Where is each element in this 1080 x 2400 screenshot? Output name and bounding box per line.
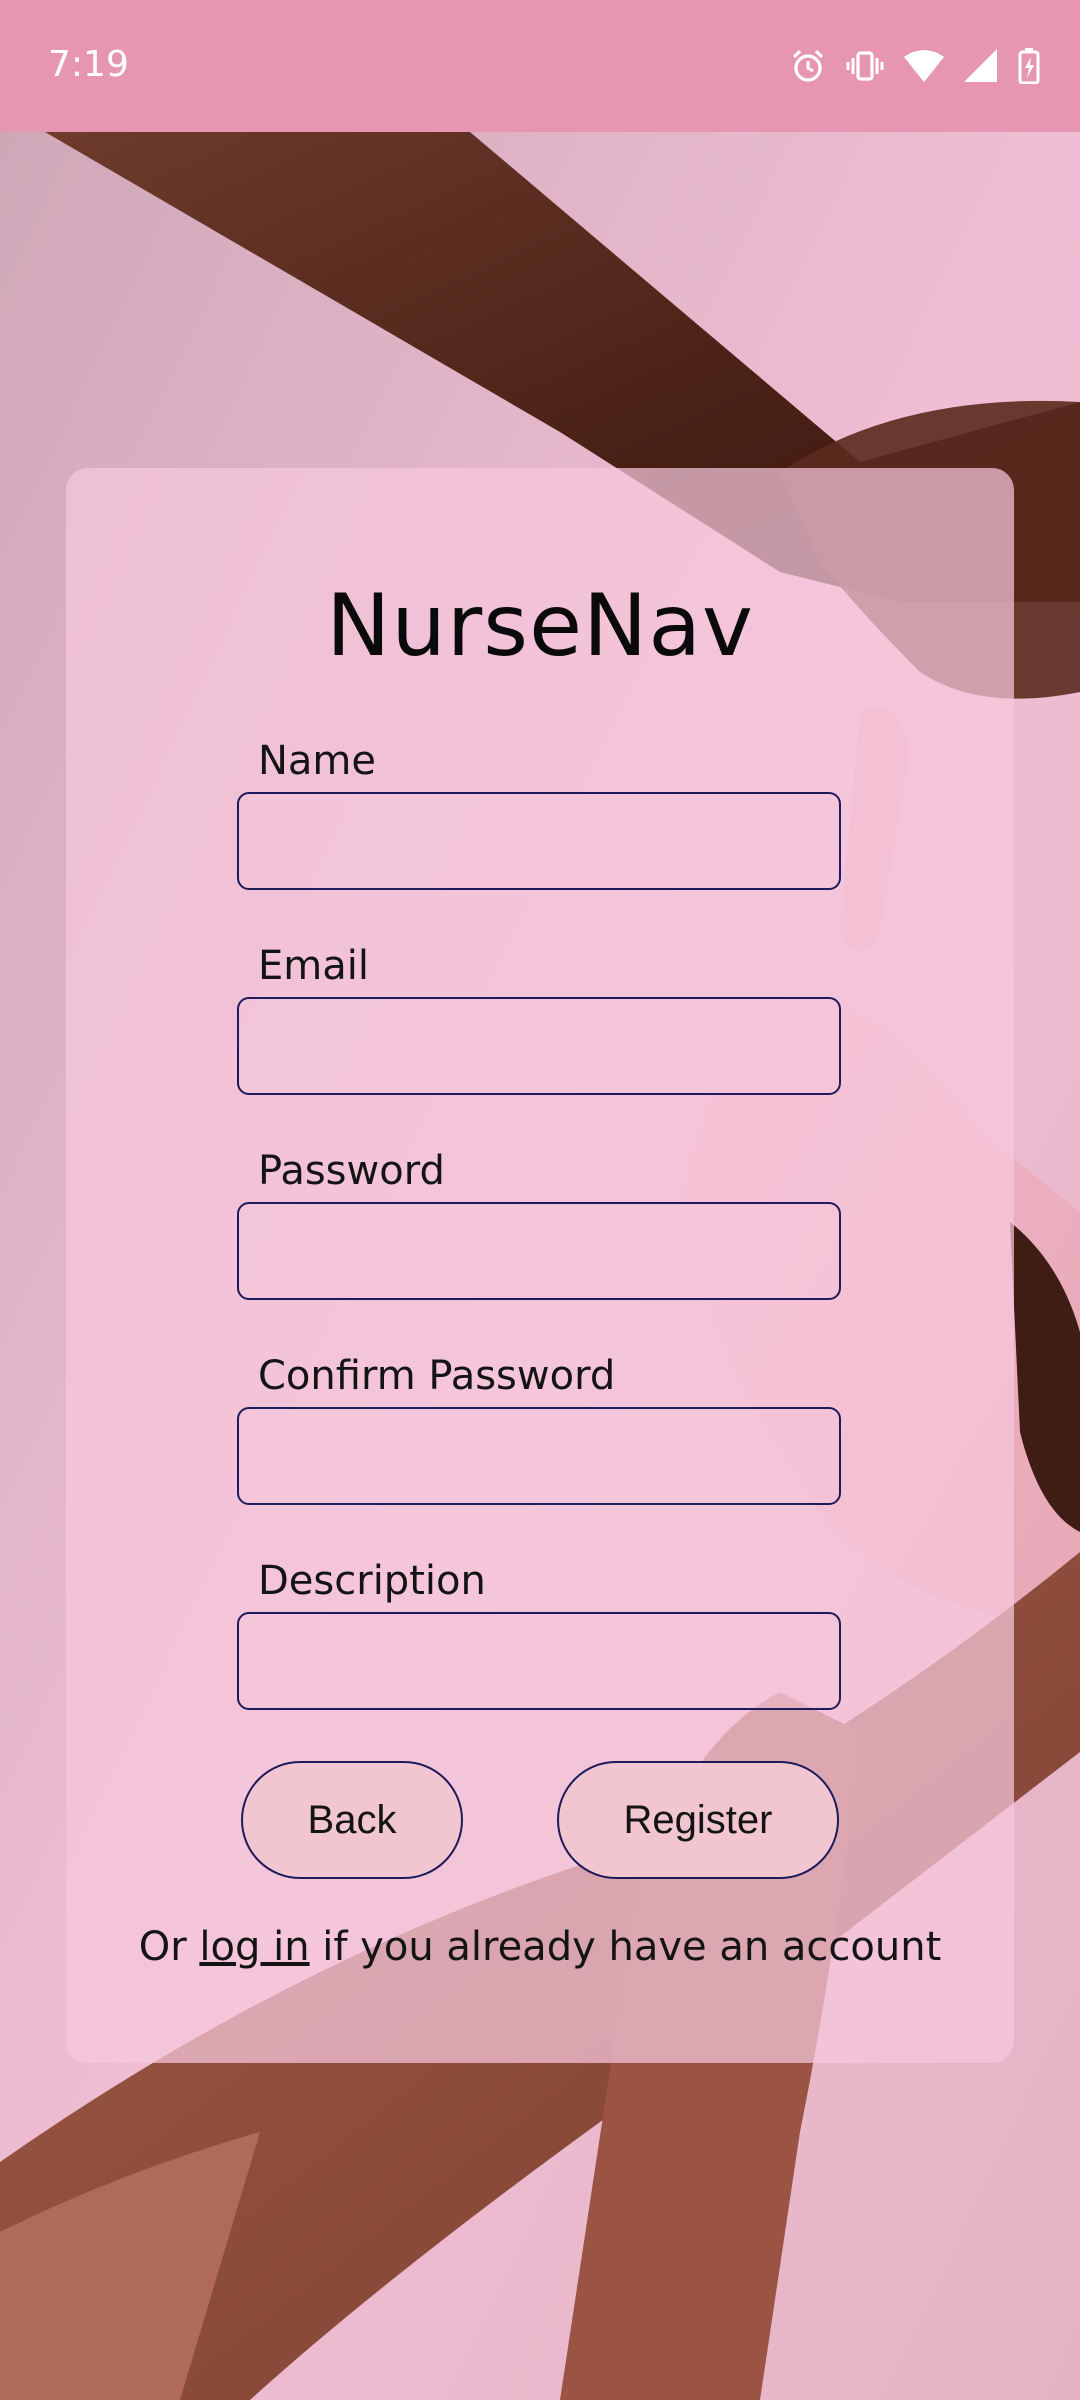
- status-time: 7:19: [48, 44, 129, 85]
- battery-charging-icon: [1018, 48, 1040, 84]
- password-input[interactable]: [237, 1202, 841, 1300]
- name-label: Name: [258, 738, 377, 784]
- status-icons: [790, 44, 1040, 88]
- register-card: NurseNav Name Email Password Confirm Pas…: [66, 468, 1014, 2063]
- register-screen: 7:19 NurseNav Name Email Password Confir…: [0, 0, 1080, 2400]
- login-prompt: Or log in if you already have an account: [66, 1924, 1014, 1970]
- back-button[interactable]: Back: [241, 1761, 463, 1879]
- confirm-password-label: Confirm Password: [258, 1353, 616, 1399]
- signal-icon: [964, 49, 998, 83]
- login-prompt-prefix: Or: [138, 1924, 200, 1970]
- description-label: Description: [258, 1558, 486, 1604]
- login-link[interactable]: log in: [199, 1924, 309, 1970]
- password-label: Password: [258, 1148, 445, 1194]
- register-button[interactable]: Register: [557, 1761, 839, 1879]
- description-input[interactable]: [237, 1612, 841, 1710]
- vibrate-icon: [846, 48, 884, 84]
- wifi-icon: [904, 49, 944, 83]
- confirm-password-input[interactable]: [237, 1407, 841, 1505]
- login-prompt-suffix: if you already have an account: [309, 1924, 942, 1970]
- name-input[interactable]: [237, 792, 841, 890]
- email-input[interactable]: [237, 997, 841, 1095]
- status-bar: 7:19: [0, 0, 1080, 132]
- app-title: NurseNav: [326, 576, 754, 676]
- alarm-icon: [790, 48, 826, 84]
- email-label: Email: [258, 943, 369, 989]
